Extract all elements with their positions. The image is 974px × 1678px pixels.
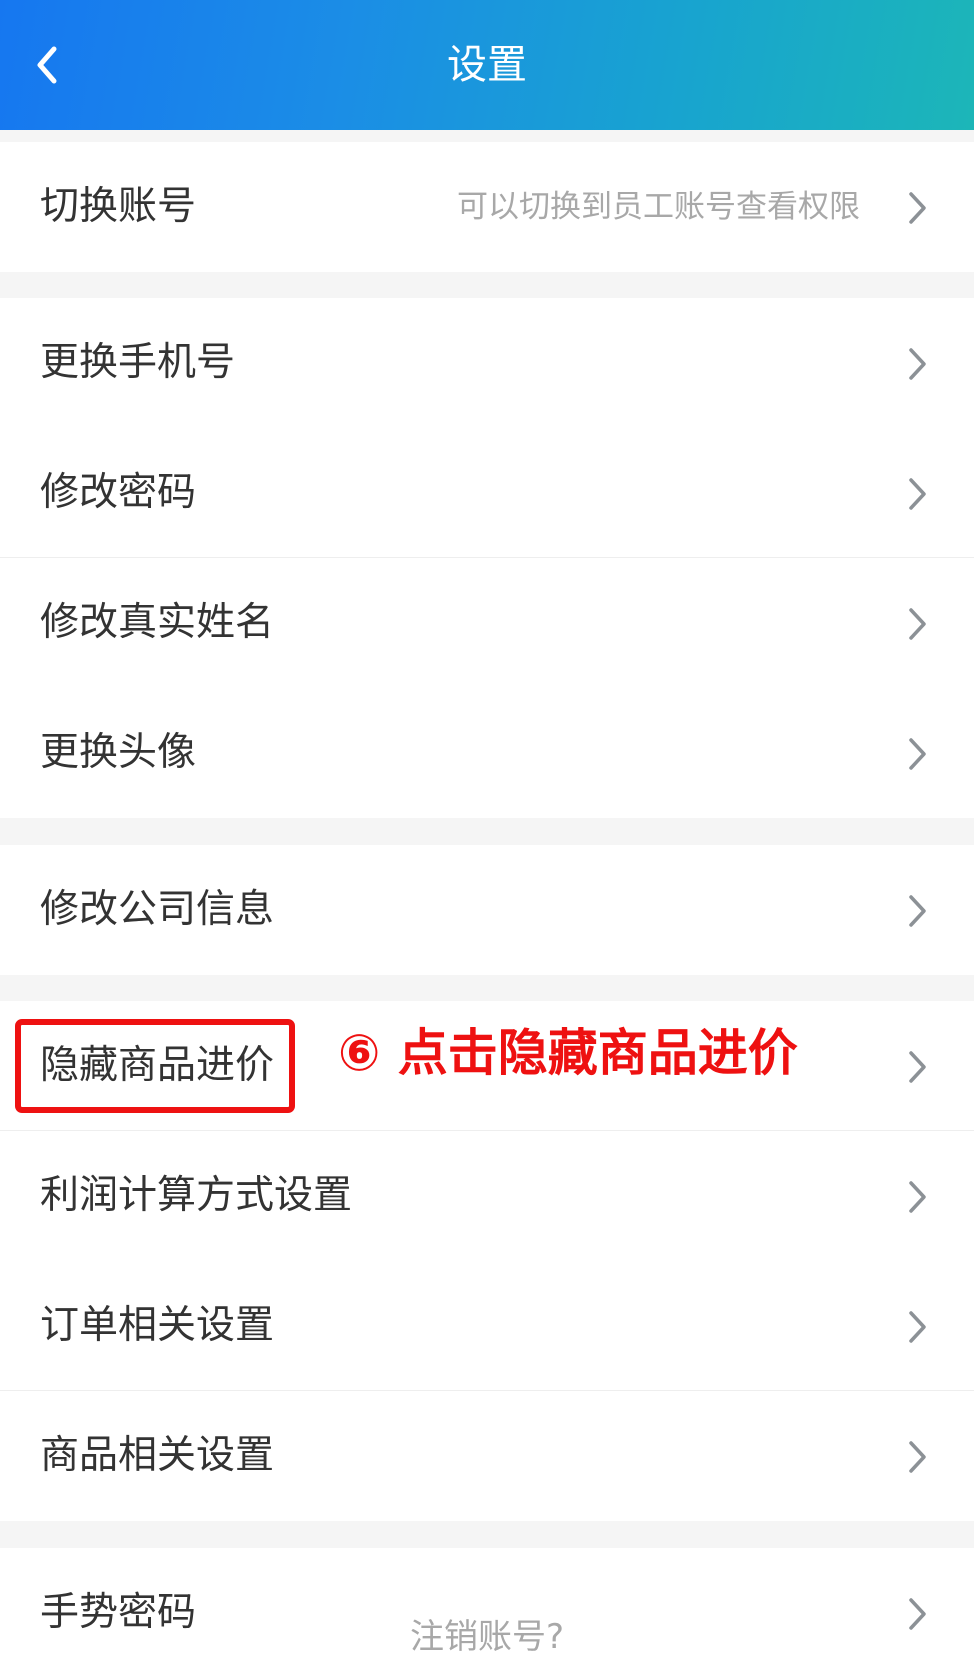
settings-item-label: 修改公司信息 bbox=[40, 887, 275, 932]
settings-group-business: 隐藏商品进价 利润计算方式设置 订单相关设置 商品相关设置 bbox=[0, 1001, 974, 1521]
settings-item-change-real-name[interactable]: 修改真实姓名 bbox=[0, 558, 974, 688]
chevron-right-icon bbox=[902, 1047, 932, 1087]
settings-item-label: 利润计算方式设置 bbox=[40, 1173, 353, 1218]
settings-item-label: 修改密码 bbox=[40, 470, 197, 515]
chevron-right-icon bbox=[902, 891, 932, 931]
chevron-right-icon bbox=[902, 188, 932, 228]
chevron-right-icon bbox=[902, 344, 932, 384]
settings-item-product-settings[interactable]: 商品相关设置 bbox=[0, 1391, 974, 1521]
chevron-right-icon bbox=[902, 1307, 932, 1347]
chevron-right-icon bbox=[902, 1437, 932, 1477]
settings-item-change-avatar[interactable]: 更换头像 bbox=[0, 688, 974, 818]
chevron-right-icon bbox=[902, 1177, 932, 1217]
settings-item-label: 隐藏商品进价 bbox=[40, 1043, 275, 1088]
settings-item-label: 更换头像 bbox=[40, 730, 197, 775]
page-title: 设置 bbox=[447, 42, 527, 88]
cancel-account-link[interactable]: 注销账号? bbox=[0, 1612, 974, 1662]
settings-item-label: 切换账号 bbox=[40, 184, 197, 229]
settings-item-label: 修改真实姓名 bbox=[40, 600, 275, 645]
settings-group-account: 切换账号 可以切换到员工账号查看权限 bbox=[0, 142, 974, 272]
settings-item-order-settings[interactable]: 订单相关设置 bbox=[0, 1261, 974, 1391]
settings-item-hint: 可以切换到员工账号查看权限 bbox=[457, 189, 860, 225]
settings-item-profit-calculation[interactable]: 利润计算方式设置 bbox=[0, 1131, 974, 1261]
chevron-right-icon bbox=[902, 734, 932, 774]
settings-item-label: 更换手机号 bbox=[40, 340, 236, 385]
settings-item-hide-cost-price[interactable]: 隐藏商品进价 bbox=[0, 1001, 974, 1131]
chevron-right-icon bbox=[902, 604, 932, 644]
settings-item-label: 订单相关设置 bbox=[40, 1303, 275, 1348]
settings-group-profile: 更换手机号 修改密码 修改真实姓名 更换头像 bbox=[0, 298, 974, 818]
settings-item-change-phone[interactable]: 更换手机号 bbox=[0, 298, 974, 428]
settings-group-company: 修改公司信息 bbox=[0, 845, 974, 975]
chevron-right-icon bbox=[902, 474, 932, 514]
settings-item-label: 商品相关设置 bbox=[40, 1433, 275, 1478]
settings-item-switch-account[interactable]: 切换账号 可以切换到员工账号查看权限 bbox=[0, 142, 974, 272]
top-nav-bar: 设置 bbox=[0, 0, 974, 130]
settings-item-change-password[interactable]: 修改密码 bbox=[0, 428, 974, 558]
settings-item-company-info[interactable]: 修改公司信息 bbox=[0, 845, 974, 975]
